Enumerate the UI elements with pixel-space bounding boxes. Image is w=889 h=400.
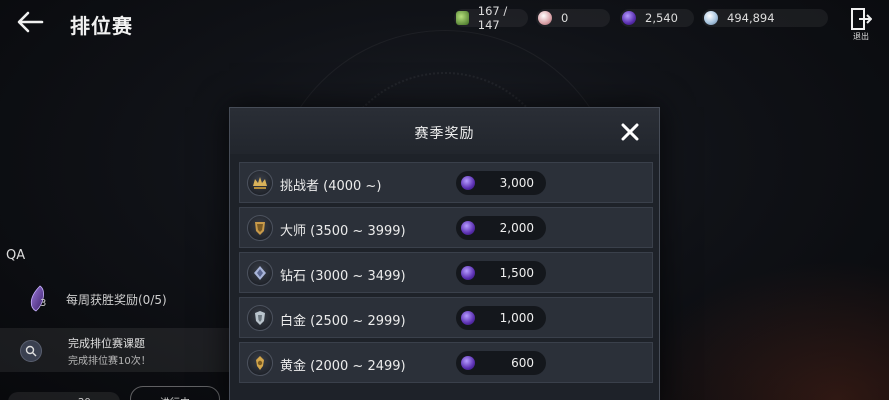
tier-name: 白金 (2500 ~ 2999) [280,314,406,329]
currency-purple-orb-value: 2,540 [645,11,678,25]
reward-pill: 1,500 [456,261,546,285]
back-arrow-icon [17,11,44,33]
purple-orb-icon [622,11,636,25]
purple-orb-icon [461,311,475,325]
pearl-icon [538,11,552,25]
tier-row-diamond[interactable]: 钻石 (3000 ~ 3499) 1,500 [239,252,653,293]
currency-stamina[interactable]: 167 / 147 [454,4,528,32]
close-icon [621,123,639,141]
page-title: 排位赛 [70,14,133,38]
purple-orb-icon [461,221,475,235]
reward-value: 1,500 [499,266,534,280]
currency-pearl-value: 0 [561,11,569,25]
platinum-emblem-icon [247,305,273,331]
stamina-icon [456,11,469,25]
purple-orb-icon [461,176,475,190]
in-progress-button[interactable]: 进行中 [130,386,220,400]
modal-title: 赛季奖励 [414,126,475,142]
tier-list: 挑战者 (4000 ~) 3,000 大师 (3500 ~ 3999) 2,00… [239,162,653,387]
currency-purple-orb[interactable]: 2,540 [620,9,694,27]
exit-label: 退出 [853,32,869,41]
purple-orb-icon [461,356,475,370]
tier-row-gold[interactable]: 黄金 (2000 ~ 2499) 600 [239,342,653,383]
tier-name: 黄金 (2000 ~ 2499) [280,359,406,374]
reward-pill: 3,000 [456,171,546,195]
reward-pill: 1,000 [456,306,546,330]
gold-emblem-icon [247,350,273,376]
purple-orb-icon [461,266,475,280]
qa-label: QA [6,248,26,263]
challenger-emblem-icon [247,170,273,196]
diamond-emblem-icon [247,260,273,286]
tier-name: 钻石 (3000 ~ 3499) [280,269,406,284]
currency-pearl[interactable]: 0 [536,9,610,27]
top-bar: 排位赛 167 / 147 0 2,540 494,894 退出 [0,0,889,46]
crystal-icon [704,11,718,25]
modal-header: 赛季奖励 [230,108,659,154]
exit-door-icon [851,8,872,30]
currency-crystal[interactable]: 494,894 [702,9,828,27]
mission-item[interactable]: 完成排位赛课题 完成排位赛10次！ [0,328,230,372]
tier-name: 大师 (3500 ~ 3999) [280,224,406,239]
tier-row-master[interactable]: 大师 (3500 ~ 3999) 2,000 [239,207,653,248]
reward-value: 3,000 [499,176,534,190]
currency-stamina-value: 167 / 147 [477,4,508,32]
currency-crystal-value: 494,894 [727,11,775,25]
reward-value: 1,000 [499,311,534,325]
progress-pill: 20 [8,392,120,400]
search-icon [20,340,42,362]
reward-value: 2,000 [499,221,534,235]
background-glow [629,260,889,400]
tier-name: 挑战者 (4000 ~) [280,179,382,194]
tier-row-challenger[interactable]: 挑战者 (4000 ~) 3,000 [239,162,653,203]
tier-row-platinum[interactable]: 白金 (2500 ~ 2999) 1,000 [239,297,653,338]
mission-title: 完成排位赛课题 [68,337,145,350]
reward-value: 600 [511,356,534,370]
weekly-reward-count: 3 [40,298,47,309]
weekly-reward-item[interactable]: 3 每周获胜奖励(0/5) [0,280,230,318]
reward-pill: 600 [456,351,546,375]
master-emblem-icon [247,215,273,241]
weekly-reward-label: 每周获胜奖励(0/5) [66,293,167,307]
back-button[interactable] [12,6,48,38]
mission-subtitle: 完成排位赛10次！ [68,356,151,367]
reward-pill: 2,000 [456,216,546,240]
close-button[interactable] [619,121,641,143]
exit-button[interactable]: 退出 [848,8,874,44]
season-rewards-modal: 赛季奖励 挑战者 (4000 ~) 3,000 大师 (3500 ~ 3999)… [229,107,660,400]
